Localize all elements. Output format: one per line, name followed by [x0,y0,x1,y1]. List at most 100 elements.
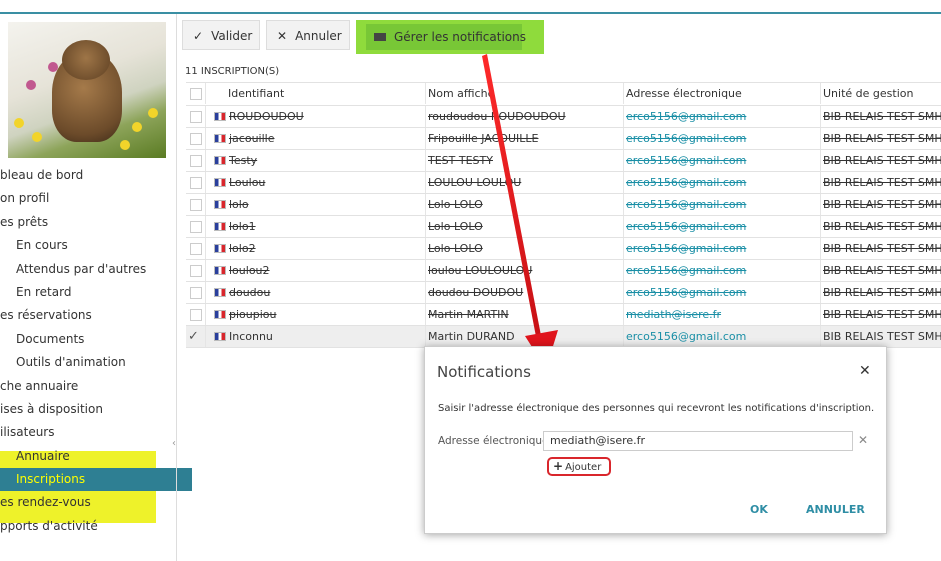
france-flag-icon [214,178,226,187]
cell-display-name: Martin MARTIN [428,308,509,321]
check-icon[interactable]: ✓ [188,326,199,347]
sidebar-item-current-loans[interactable]: En cours [0,234,176,257]
cell-display-name: roudoudou ROUDOUDOU [428,110,566,123]
cell-email[interactable]: erco5156@gmail.com [624,264,746,277]
column-header-unit[interactable]: Unité de gestion [820,83,941,104]
cell-display-name: Lolo LOLO [428,242,483,255]
row-checkbox[interactable] [190,243,202,255]
sidebar-item-animation-tools[interactable]: Outils d'animation [0,351,176,374]
cell-display-name: Lolo LOLO [428,220,483,233]
row-checkbox[interactable] [190,309,202,321]
cell-display-name: TEST TESTY [428,154,493,167]
sidebar-item-directory[interactable]: Annuaire [0,445,156,468]
cancel-button[interactable]: ✕ Annuler [266,20,350,50]
row-checkbox[interactable] [190,177,202,189]
table-row[interactable]: ROUDOUDOU roudoudou ROUDOUDOU erco5156@gma… [186,106,941,128]
cell-unit: BIB RELAIS TEST SMH [823,264,941,277]
sidebar-item-appointments[interactable]: es rendez-vous [0,491,176,514]
cell-identifier: ROUDOUDOU [229,110,304,123]
add-email-button[interactable]: + Ajouter [547,457,611,476]
cell-display-name: doudou DOUDOU [428,286,524,299]
cell-email[interactable]: erco5156@gmail.com [624,154,746,167]
france-flag-icon [214,156,226,165]
table-row[interactable]: Loulou LOULOU LOULOU erco5156@gmail.com BIB… [186,172,941,194]
cell-email[interactable]: erco5156@gmail.com [624,198,746,211]
row-checkbox[interactable] [190,199,202,211]
cell-email[interactable]: erco5156@gmail.com [624,110,746,123]
envelope-icon [374,32,386,41]
table-row[interactable]: pioupiou Martin MARTIN mediath@isere.fr BIB… [186,304,941,326]
row-checkbox[interactable] [190,265,202,277]
inscription-count: 11 INSCRIPTION(S) [185,66,280,77]
cell-unit: BIB RELAIS TEST SMH [823,330,941,343]
cell-email[interactable]: erco5156@gmail.com [624,220,746,233]
sidebar-item-inscriptions[interactable]: Inscriptions [0,468,192,492]
plus-icon: + [553,459,564,473]
table-row[interactable]: lolo Lolo LOLO erco5156@gmail.com BIB RELAI… [186,194,941,216]
dialog-cancel-button[interactable]: ANNULER [806,503,865,516]
cell-identifier: doudou [229,286,271,299]
row-checkbox[interactable] [190,287,202,299]
cell-email[interactable]: erco5156@gmail.com [624,132,746,145]
cell-unit: BIB RELAIS TEST SMH [823,154,941,167]
table-row[interactable]: lolo2 Lolo LOLO erco5156@gmail.com BIB RELA… [186,238,941,260]
column-header-display-name[interactable]: Nom affiché [425,83,623,104]
select-all-checkbox[interactable] [190,88,202,100]
sidebar-item-reservations[interactable]: es réservations [0,304,176,327]
sidebar-item-late-loans[interactable]: En retard [0,281,176,304]
cell-unit: BIB RELAIS TEST SMH [823,110,941,123]
clear-email-icon[interactable]: ✕ [858,433,868,447]
column-header-identifier[interactable]: Identifiant [205,83,425,104]
cell-unit: BIB RELAIS TEST SMH [823,132,941,145]
france-flag-icon [214,310,226,319]
france-flag-icon [214,288,226,297]
table-row[interactable]: loulou2 loulou LOULOULOU erco5156@gmail.co… [186,260,941,282]
table-row[interactable]: ✓ Inconnu Martin DURAND erco5156@gmail.com B… [186,326,941,348]
validate-button[interactable]: ✓ Valider [182,20,260,50]
row-checkbox[interactable] [190,133,202,145]
table-row[interactable]: Testy TEST TESTY erco5156@gmail.com BIB REL… [186,150,941,172]
sidebar-item-availability[interactable]: ises à disposition [0,398,176,421]
cell-unit: BIB RELAIS TEST SMH [823,198,941,211]
row-checkbox[interactable] [190,221,202,233]
table-row[interactable]: doudou doudou DOUDOU erco5156@gmail.com BIB… [186,282,941,304]
cell-email[interactable]: erco5156@gmail.com [624,330,746,343]
cell-email[interactable]: mediath@isere.fr [624,308,721,321]
email-field[interactable]: mediath@isere.fr [543,431,853,451]
manage-notifications-button[interactable]: Gérer les notifications [366,24,526,50]
cell-email[interactable]: erco5156@gmail.com [624,176,746,189]
collapse-sidebar-icon[interactable]: ‹ [172,438,176,449]
column-header-email[interactable]: Adresse électronique [623,83,820,104]
dialog-description: Saisir l'adresse électronique des person… [438,403,875,414]
cell-email[interactable]: erco5156@gmail.com [624,242,746,255]
cell-email[interactable]: erco5156@gmail.com [624,286,746,299]
close-icon[interactable]: ✕ [859,363,871,379]
cell-identifier: loulou2 [229,264,270,277]
france-flag-icon [214,200,226,209]
cell-unit: BIB RELAIS TEST SMH [823,242,941,255]
cell-identifier: lolo1 [229,220,256,233]
top-bar [0,0,941,14]
sidebar-item-loans[interactable]: es prêts [0,211,176,234]
table-row[interactable]: jacouille Fripouille JACOUILLE erco5156@gm… [186,128,941,150]
sidebar-item-documents[interactable]: Documents [0,328,176,351]
sidebar-item-users[interactable]: ilisateurs [0,421,176,444]
cell-identifier: pioupiou [229,308,277,321]
row-checkbox[interactable] [190,111,202,123]
ok-button[interactable]: OK [750,503,768,516]
cell-display-name: Lolo LOLO [428,198,483,211]
close-icon: ✕ [277,29,288,43]
france-flag-icon [214,134,226,143]
sidebar-item-directory-card[interactable]: che annuaire [0,375,176,398]
email-label: Adresse électronique [438,435,549,447]
table-row[interactable]: lolo1 Lolo LOLO erco5156@gmail.com BIB RELA… [186,216,941,238]
notifications-dialog: Notifications ✕ Saisir l'adresse électro… [424,346,887,534]
avatar [8,22,166,158]
sidebar-item-awaited-loans[interactable]: Attendus par d'autres [0,258,176,281]
sidebar-item-dashboard[interactable]: bleau de bord [0,164,176,187]
sidebar-item-profile[interactable]: on profil [0,187,176,210]
row-checkbox[interactable] [190,155,202,167]
cell-unit: BIB RELAIS TEST SMH [823,176,941,189]
cell-identifier: Testy [229,154,258,167]
sidebar-item-activity-reports[interactable]: pports d'activité [0,515,176,538]
